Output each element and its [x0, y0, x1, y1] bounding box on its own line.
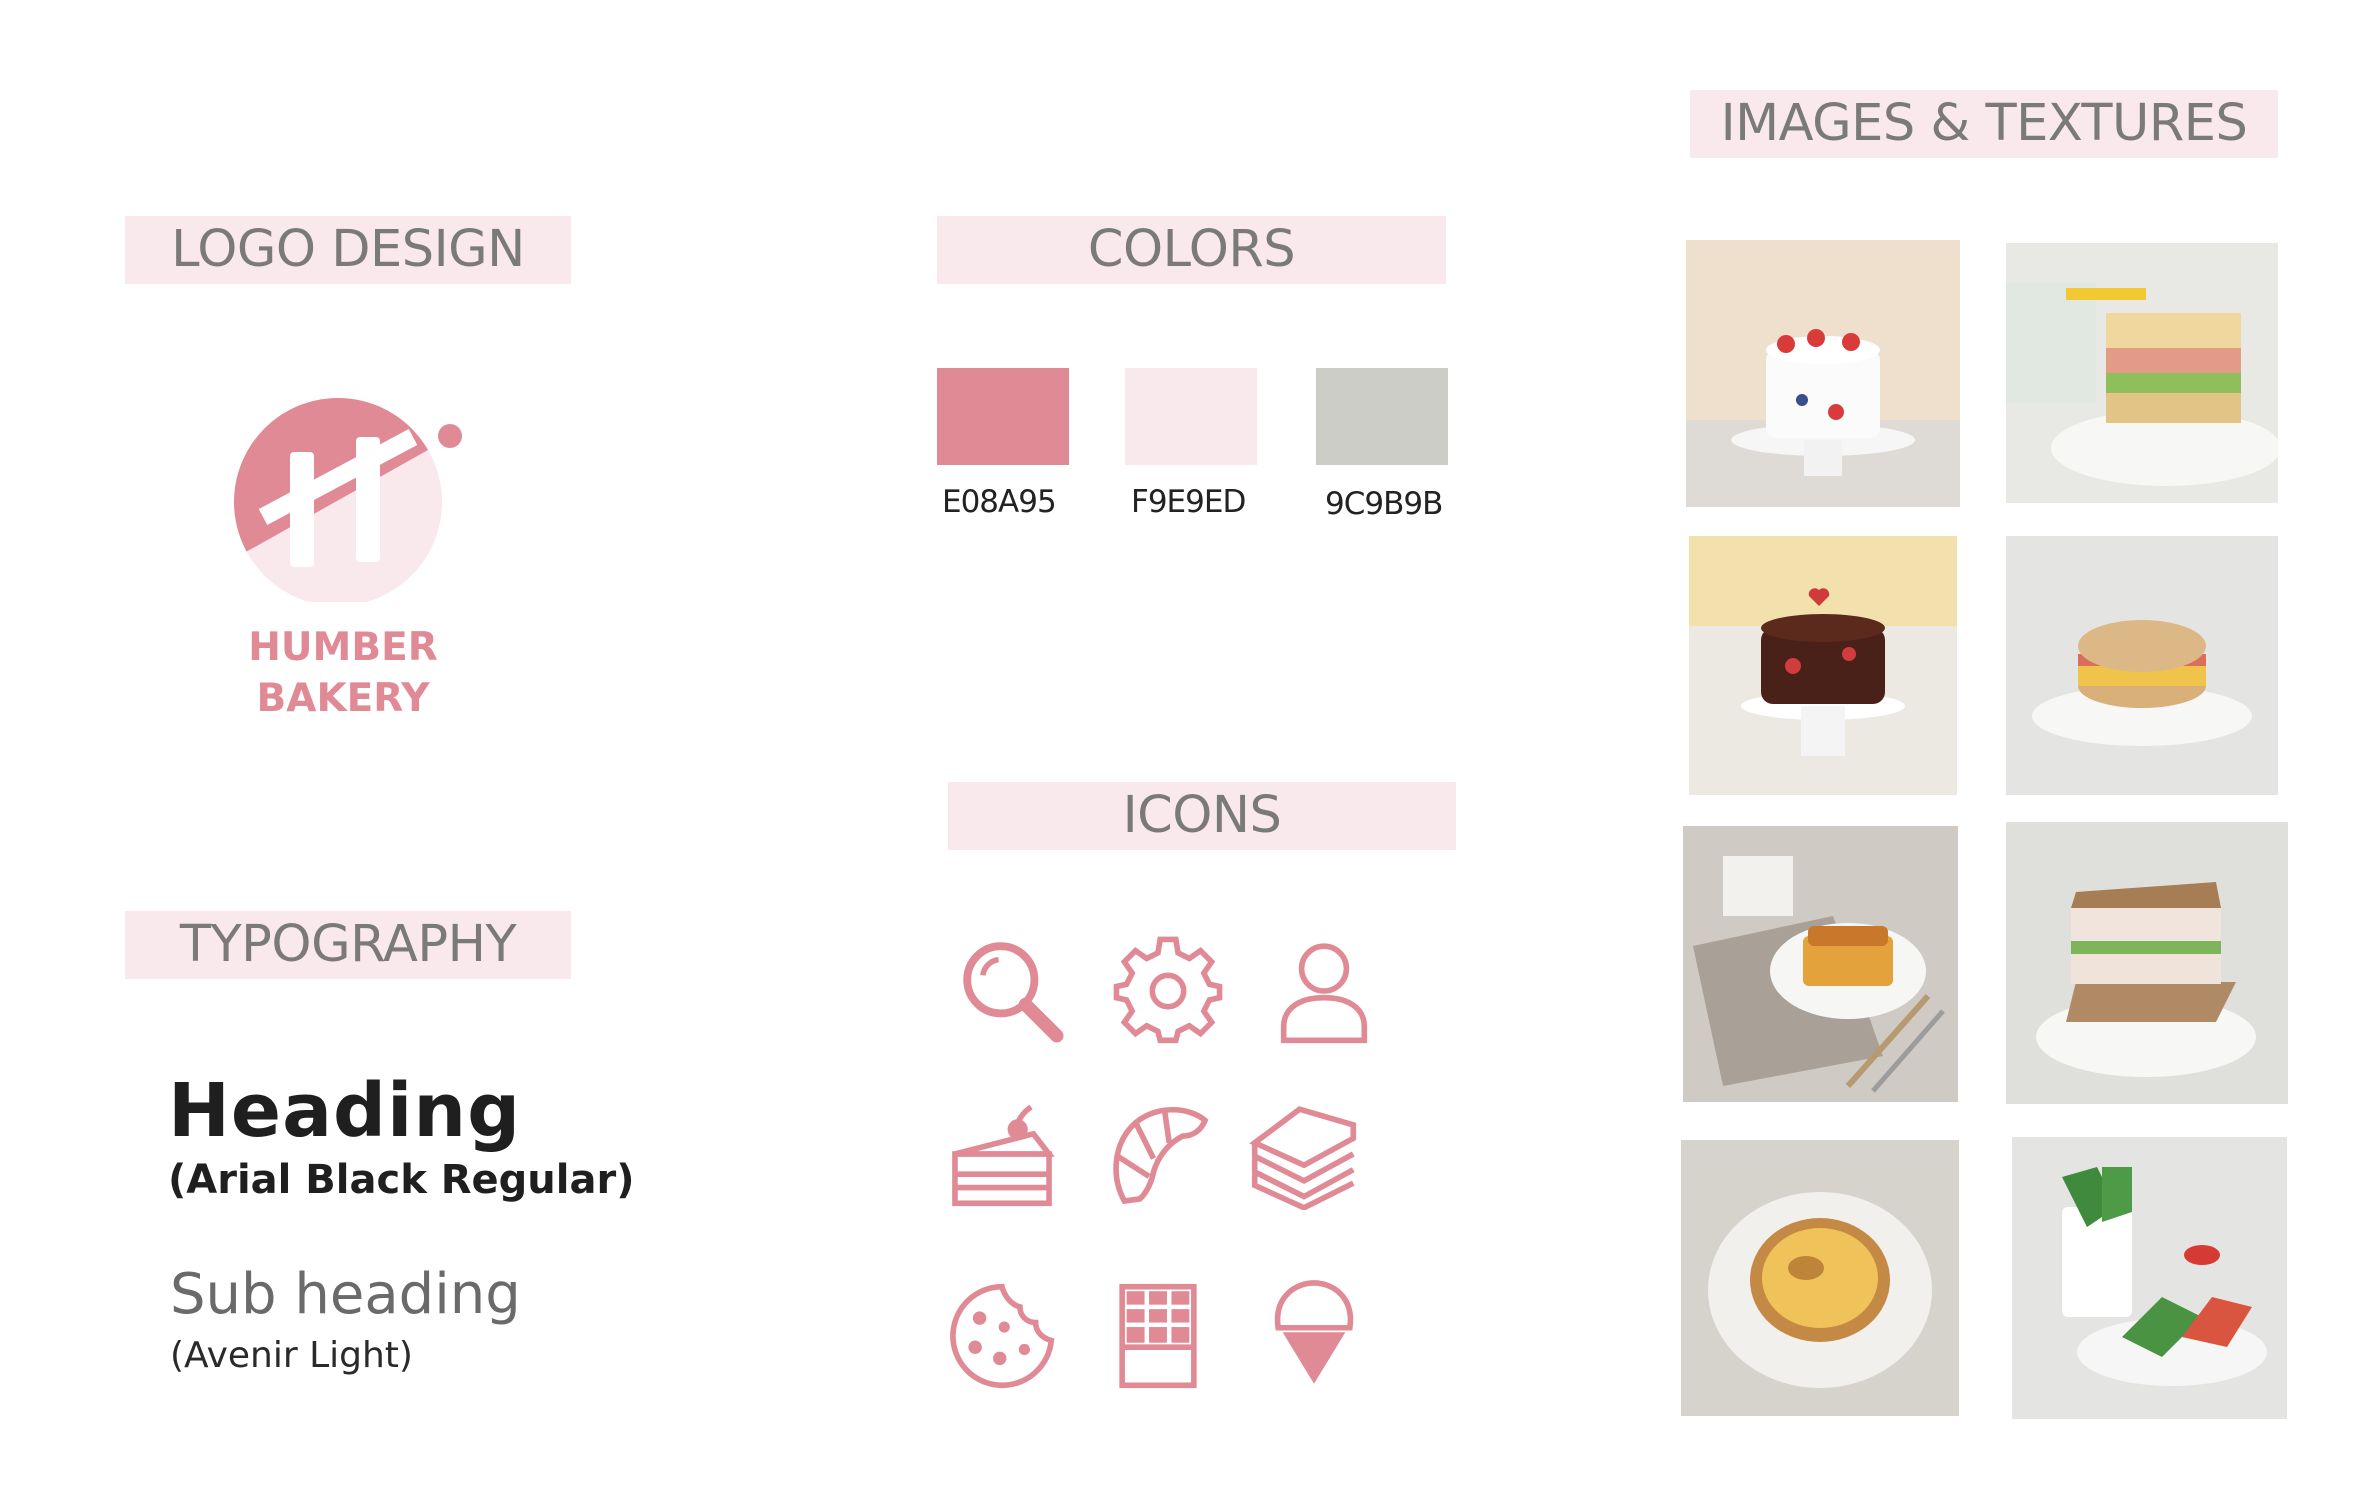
typography-subheading-font: (Avenir Light) [170, 1335, 413, 1376]
typography-subheading-sample: Sub heading [170, 1262, 521, 1327]
swatch-light-pink [1125, 368, 1257, 465]
photo-breakfast-muffin [2006, 536, 2278, 795]
swatch-primary-label: E08A95 [942, 484, 1057, 520]
images-textures-title: IMAGES & TEXTURES [1690, 90, 2278, 158]
swatch-gray-label: 9C9B9B [1325, 486, 1443, 522]
photo-egg-tart [1681, 1140, 1959, 1416]
user-icon [1268, 935, 1380, 1047]
logo-design-title: LOGO DESIGN [125, 216, 571, 284]
typography-heading-sample: Heading [168, 1068, 522, 1154]
photo-french-toast [1683, 826, 1958, 1102]
croissant-icon [1102, 1098, 1214, 1210]
swatch-light-pink-label: F9E9ED [1131, 484, 1246, 520]
photo-club-sandwich [2006, 243, 2278, 503]
photo-chicken-sandwich [2006, 822, 2288, 1104]
search-icon [956, 935, 1068, 1047]
photo-birthday-cake [1686, 240, 1960, 507]
logo-wordmark-line1: HUMBER [248, 625, 438, 670]
swatch-primary [937, 368, 1069, 465]
photo-chocolate-cake [1689, 536, 1957, 795]
cake-slice-icon [946, 1098, 1058, 1210]
sandwich-icon [1248, 1098, 1360, 1211]
cookie-icon [946, 1280, 1058, 1392]
ice-cream-icon [1258, 1274, 1370, 1386]
logo-mark [228, 392, 478, 602]
icons-title: ICONS [948, 782, 1456, 850]
typography-title: TYPOGRAPHY [125, 911, 571, 979]
photo-wraps [2012, 1137, 2287, 1419]
gear-icon [1112, 935, 1224, 1047]
colors-title: COLORS [937, 216, 1446, 284]
logo-wordmark-line2: BAKERY [256, 676, 430, 721]
typography-heading-font: (Arial Black Regular) [168, 1157, 635, 1203]
swatch-gray [1316, 368, 1448, 465]
chocolate-bar-icon [1102, 1280, 1214, 1392]
